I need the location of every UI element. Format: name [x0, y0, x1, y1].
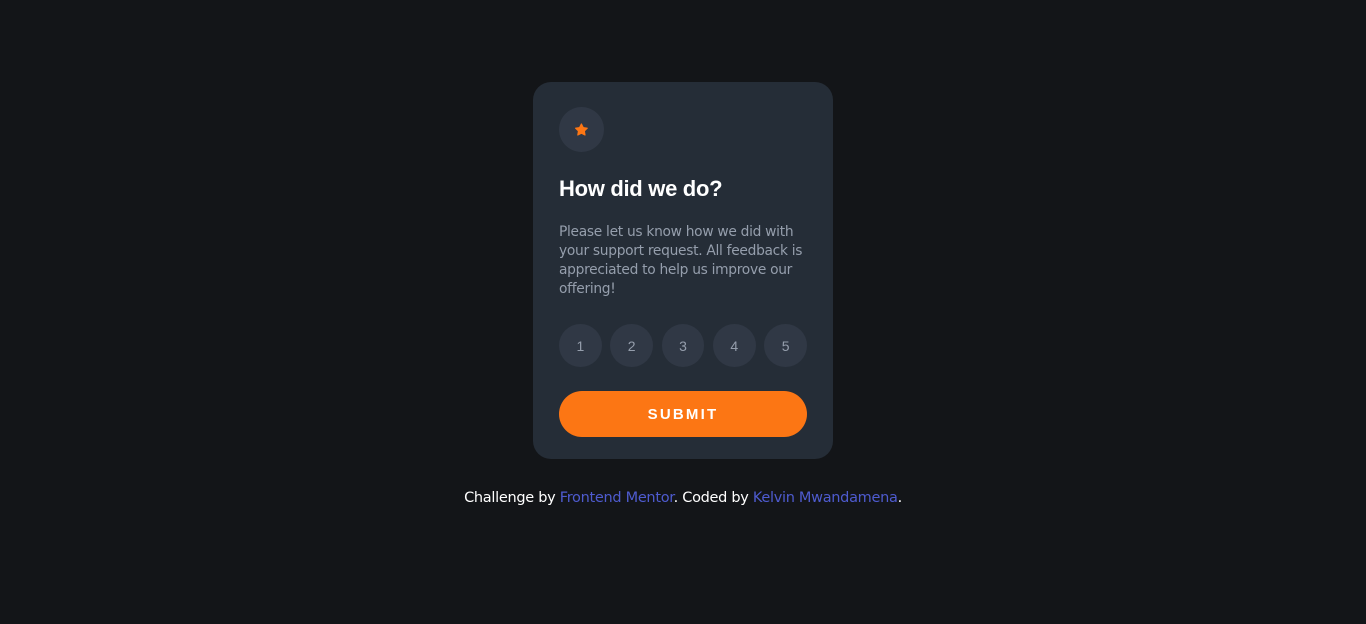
star-badge [559, 107, 604, 152]
author-link[interactable]: Kelvin Mwandamena [753, 490, 898, 506]
attribution-prefix: Challenge by [464, 490, 560, 506]
attribution-middle: . Coded by [673, 490, 753, 506]
card-title: How did we do? [559, 176, 723, 201]
rating-button-4[interactable]: 4 [712, 324, 756, 367]
rating-options: 1 2 3 4 5 [559, 324, 807, 367]
rating-card: How did we do? Please let us know how we… [533, 82, 833, 459]
rating-button-3[interactable]: 3 [661, 324, 705, 367]
submit-button[interactable]: SUBMIT [559, 391, 807, 437]
rating-button-5[interactable]: 5 [764, 324, 807, 367]
rating-button-1[interactable]: 1 [559, 324, 602, 367]
rating-button-2[interactable]: 2 [610, 324, 654, 367]
attribution-suffix: . [897, 490, 903, 506]
card-description: Please let us know how we did with your … [559, 224, 803, 297]
attribution: Challenge by Frontend Mentor. Coded by K… [0, 490, 1366, 506]
frontend-mentor-link[interactable]: Frontend Mentor [560, 490, 674, 506]
star-icon [575, 123, 588, 136]
